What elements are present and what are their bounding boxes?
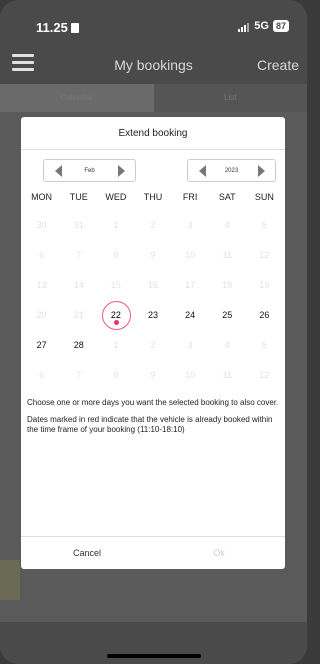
weekday-label: TUE <box>69 192 88 202</box>
calendar-day: 14 <box>73 280 84 290</box>
calendar-day[interactable]: 26 <box>246 300 283 330</box>
calendar-day: 30 <box>36 220 47 230</box>
tab-list[interactable]: List <box>153 84 307 112</box>
year-selector: 2023 <box>187 159 276 182</box>
calendar-day: 4 <box>224 340 230 350</box>
calendar-day[interactable]: 25 <box>209 300 246 330</box>
calendar-day: 21 <box>73 310 84 320</box>
next-year-icon[interactable] <box>252 160 270 181</box>
prev-month-icon[interactable] <box>49 160 67 181</box>
weekday-label: SUN <box>254 192 274 202</box>
calendar-day: 3 <box>187 340 193 350</box>
month-label: Feb <box>84 167 95 174</box>
calendar-day: 18 <box>222 280 233 290</box>
calendar-grid: 30 31 1 2 3 4 5 6 7 8 9 10 11 12 13 14 15 16 17 18 19 20 21 22 2… <box>21 210 285 390</box>
calendar-day: 15 <box>110 280 121 290</box>
instruction-text: Choose one or more days you want the sel… <box>27 398 279 407</box>
date-navigation: Feb 2023 <box>21 150 285 192</box>
calendar-day-today[interactable]: 22 <box>97 300 134 330</box>
app-header: My bookings Create <box>0 46 307 82</box>
signal-icon <box>238 20 250 32</box>
calendar-day: 12 <box>259 250 270 260</box>
calendar-day: 19 <box>259 280 270 290</box>
weekday-label: FRI <box>182 192 198 202</box>
month-selector: Feb <box>43 159 136 182</box>
calendar-day: 10 <box>185 250 196 260</box>
status-bar: 11.25 5G 87 <box>0 0 307 38</box>
calendar-day[interactable]: 28 <box>60 330 97 360</box>
calendar-day: 7 <box>76 370 82 380</box>
calendar-day: 1 <box>113 220 119 230</box>
calendar-day: 4 <box>224 220 230 230</box>
status-right: 5G 87 <box>238 20 289 32</box>
calendar-day: 5 <box>261 220 267 230</box>
calendar-day: 17 <box>185 280 196 290</box>
create-button[interactable]: Create <box>257 57 299 73</box>
phone-screen: 11.25 5G 87 My bookings Create Calendar … <box>0 0 307 664</box>
network-label: 5G <box>254 20 269 32</box>
calendar-day: 9 <box>150 250 156 260</box>
prev-year-icon[interactable] <box>193 160 211 181</box>
calendar-day: 11 <box>222 370 232 380</box>
cancel-button[interactable]: Cancel <box>21 537 153 569</box>
calendar-day[interactable]: 27 <box>23 330 60 360</box>
weekday-header: MON TUE WED THU FRI SAT SUN <box>21 192 285 210</box>
calendar-day[interactable]: 23 <box>134 300 171 330</box>
calendar-day: 5 <box>261 340 267 350</box>
calendar-day: 10 <box>185 370 196 380</box>
calendar-day: 8 <box>113 250 119 260</box>
weekday-label: THU <box>143 192 163 202</box>
home-indicator <box>107 654 201 658</box>
dialog-footer: Cancel Ok <box>21 536 285 569</box>
next-month-icon[interactable] <box>112 160 130 181</box>
dialog-info: Choose one or more days you want the sel… <box>21 390 285 435</box>
sim-icon <box>70 23 79 33</box>
legend-note: Dates marked in red indicate that the ve… <box>27 415 273 434</box>
calendar-day: 12 <box>259 370 270 380</box>
weekday-label: WED <box>105 192 127 202</box>
calendar-day: 6 <box>39 250 45 260</box>
calendar-day: 20 <box>36 310 47 320</box>
calendar-day[interactable]: 24 <box>172 300 209 330</box>
extend-booking-dialog: Extend booking Feb 2023 MON TUE WED THU FRI S… <box>21 117 285 569</box>
calendar-day: 3 <box>187 220 193 230</box>
calendar-day: 9 <box>150 370 156 380</box>
calendar-day: 11 <box>222 250 232 260</box>
dialog-title: Extend booking <box>21 117 285 150</box>
ok-button[interactable]: Ok <box>153 537 285 569</box>
weekday-label: SAT <box>218 192 236 202</box>
calendar-day: 6 <box>39 370 45 380</box>
calendar-day: 7 <box>76 250 82 260</box>
year-label: 2023 <box>224 167 239 174</box>
calendar-day: 8 <box>113 370 119 380</box>
background-strip <box>0 560 20 600</box>
weekday-label: MON <box>31 192 53 202</box>
calendar-day: 31 <box>73 220 84 230</box>
calendar-day: 2 <box>150 340 156 350</box>
calendar-day: 1 <box>113 340 119 350</box>
battery-icon: 87 <box>272 20 289 32</box>
calendar-day: 2 <box>150 220 156 230</box>
calendar-day: 16 <box>147 280 158 290</box>
calendar-day: 13 <box>36 280 47 290</box>
status-time: 11.25 <box>36 20 79 35</box>
view-tabs: Calendar List <box>0 84 307 112</box>
tab-calendar[interactable]: Calendar <box>0 84 154 112</box>
